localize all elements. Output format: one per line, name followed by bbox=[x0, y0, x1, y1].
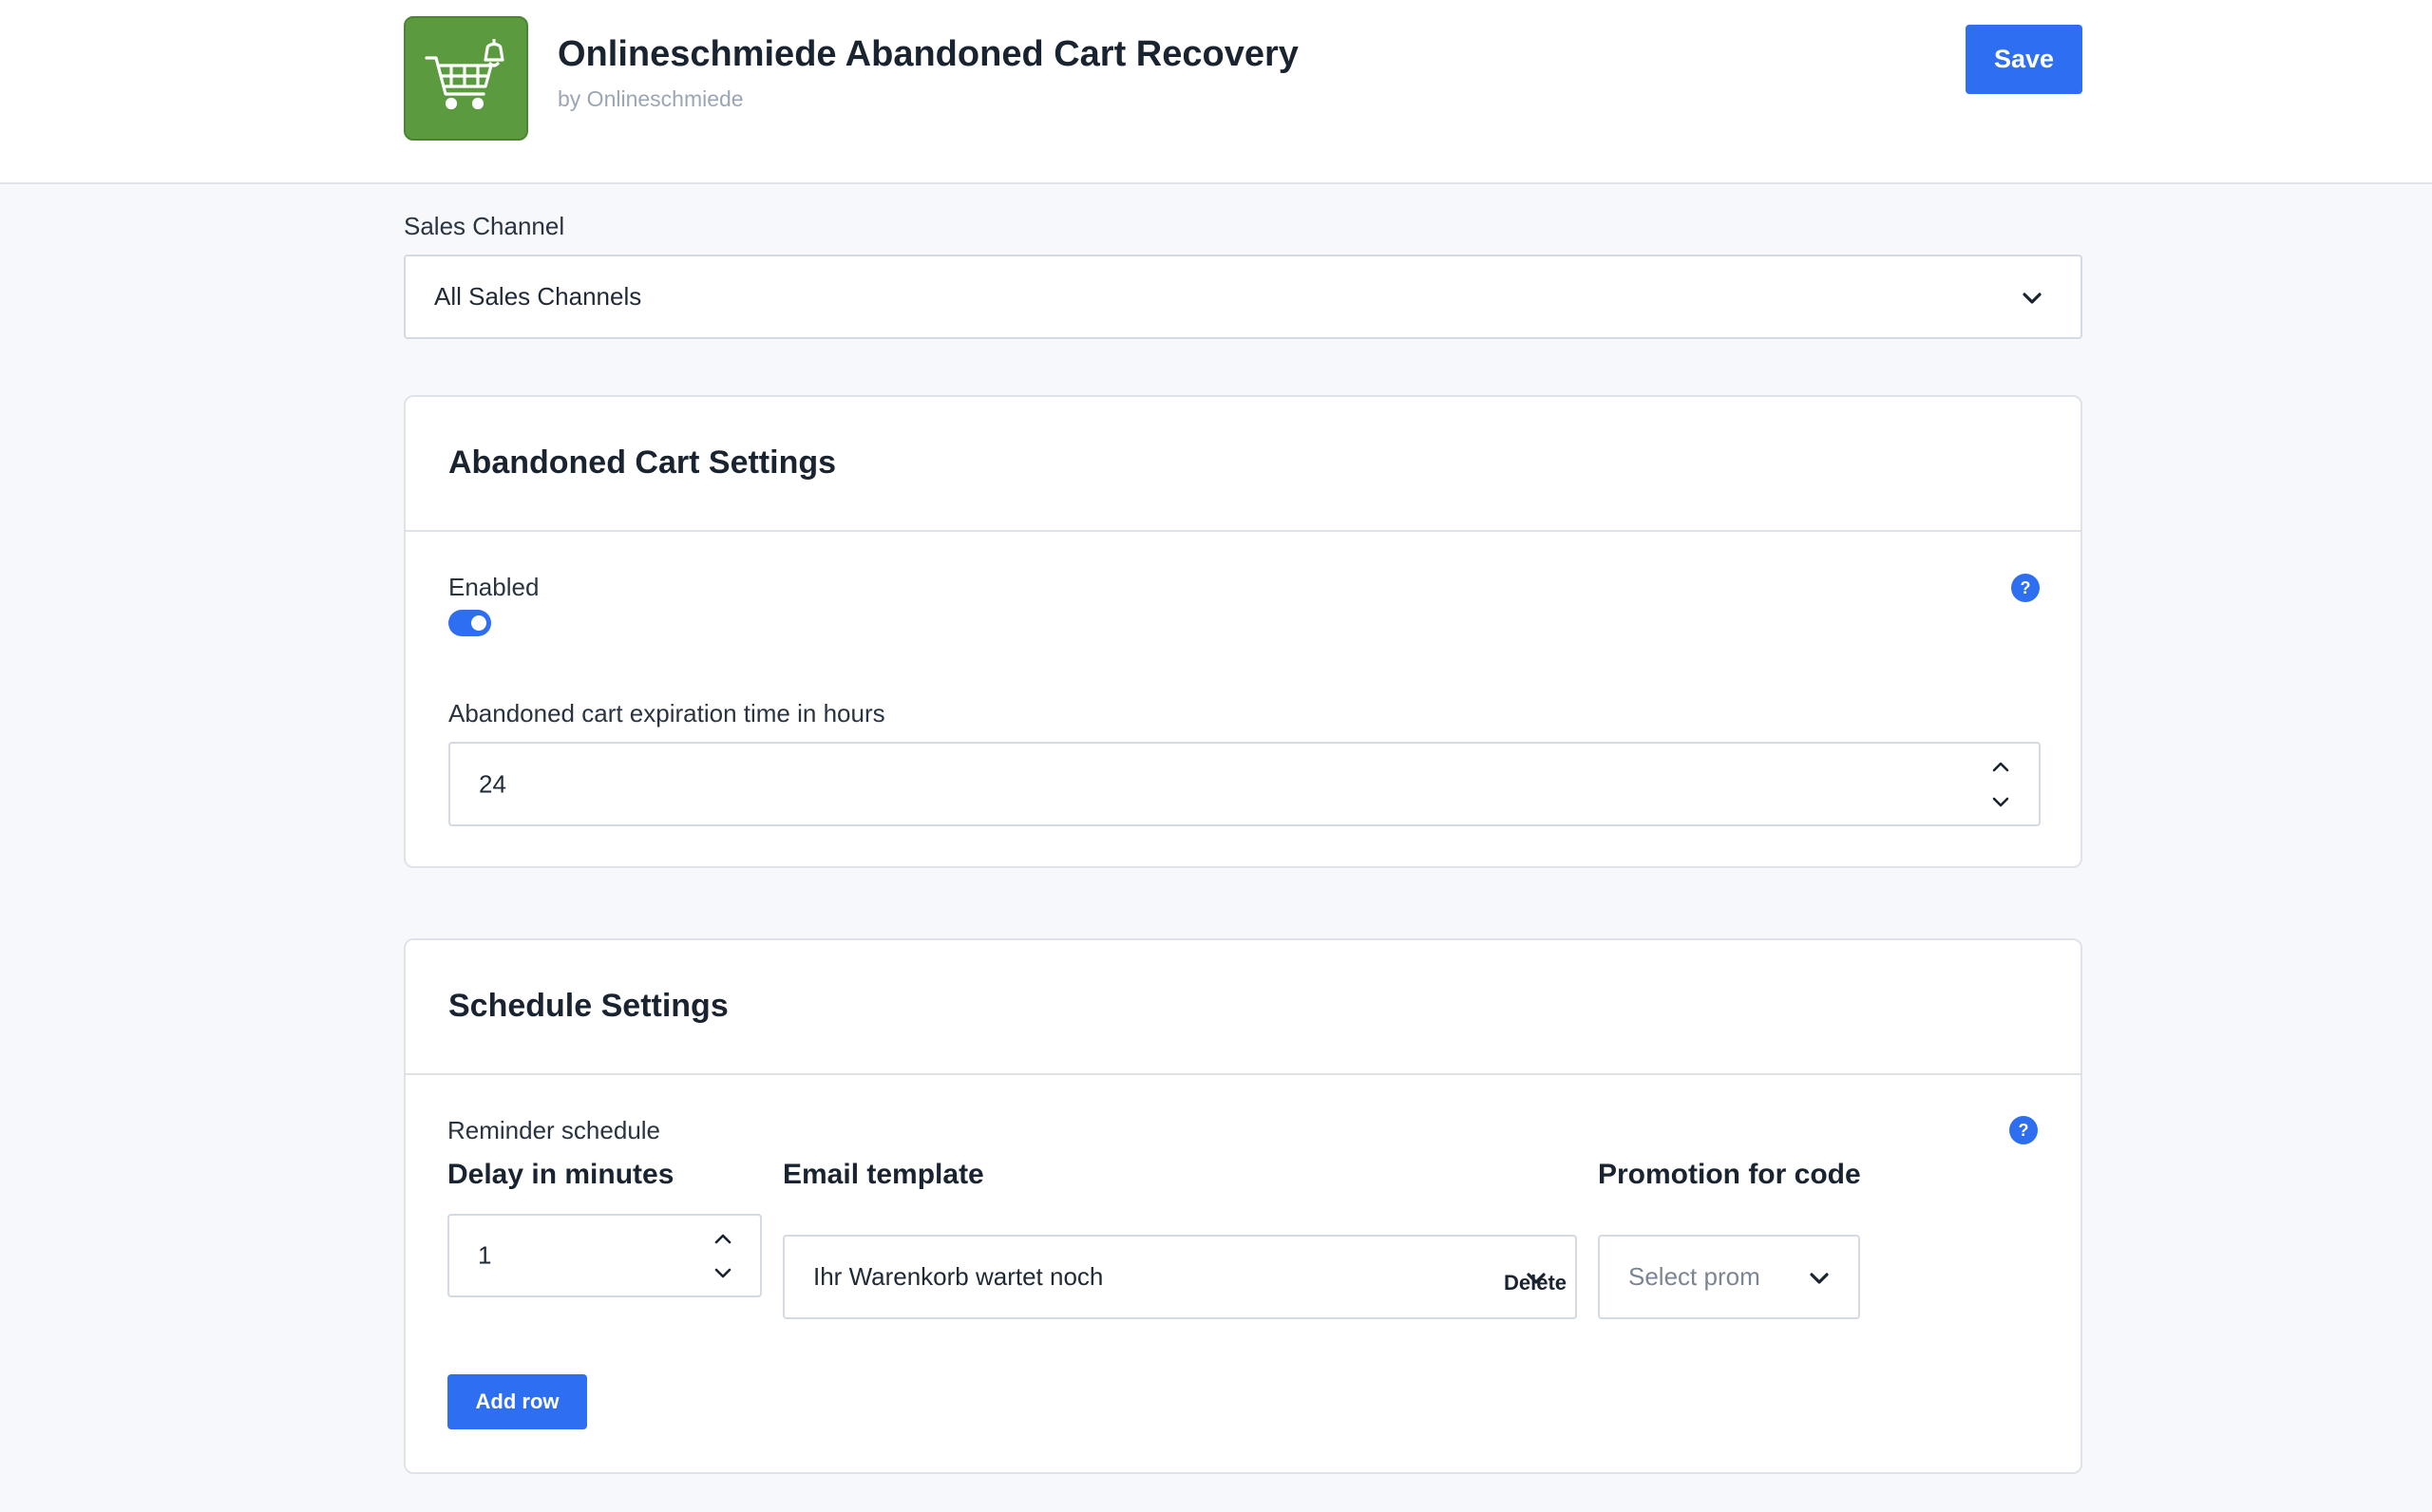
promotion-select[interactable]: Select prom bbox=[1598, 1235, 1860, 1319]
toggle-knob bbox=[471, 615, 486, 631]
abandoned-cart-settings-card: Abandoned Cart Settings Enabled ? Abando… bbox=[404, 395, 2082, 868]
app-byline: by Onlineschmiede bbox=[558, 86, 744, 111]
chevron-down-icon[interactable] bbox=[1991, 796, 2010, 809]
email-template-selected-value: Ihr Warenkorb wartet noch bbox=[813, 1262, 1104, 1291]
sales-channel-selected-value: All Sales Channels bbox=[434, 282, 642, 311]
add-row-button[interactable]: Add row bbox=[447, 1374, 587, 1429]
chevron-up-icon[interactable] bbox=[713, 1232, 732, 1245]
chevron-down-icon[interactable] bbox=[713, 1267, 732, 1280]
sales-channel-select[interactable]: All Sales Channels bbox=[404, 255, 2082, 339]
delete-row-button[interactable]: Delete bbox=[1504, 1271, 1567, 1295]
email-template-column-header: Email template bbox=[783, 1159, 984, 1190]
enabled-toggle[interactable] bbox=[448, 610, 491, 636]
app-title: Onlineschmiede Abandoned Cart Recovery bbox=[558, 34, 1299, 74]
delay-minutes-input[interactable]: 1 bbox=[447, 1214, 762, 1297]
help-icon[interactable]: ? bbox=[2009, 1116, 2038, 1144]
card-header: Abandoned Cart Settings bbox=[406, 397, 2080, 532]
abandoned-cart-settings-title: Abandoned Cart Settings bbox=[448, 444, 837, 481]
expiration-time-label: Abandoned cart expiration time in hours bbox=[448, 699, 885, 728]
email-template-select[interactable]: Ihr Warenkorb wartet noch bbox=[783, 1235, 1577, 1319]
promotion-column-header: Promotion for code bbox=[1598, 1159, 1861, 1190]
promotion-placeholder: Select prom bbox=[1628, 1262, 1760, 1291]
delay-column-header: Delay in minutes bbox=[447, 1159, 674, 1190]
chevron-down-icon bbox=[1810, 1273, 1829, 1284]
app-logo bbox=[404, 16, 528, 141]
schedule-settings-card: Schedule Settings bbox=[404, 938, 2082, 1474]
app-header: Onlineschmiede Abandoned Cart Recovery b… bbox=[0, 0, 2432, 184]
expiration-time-value: 24 bbox=[479, 769, 506, 798]
enabled-label: Enabled bbox=[448, 573, 540, 601]
shopping-cart-with-bell-icon bbox=[424, 38, 504, 109]
help-icon[interactable]: ? bbox=[2011, 574, 2040, 602]
chevron-down-icon bbox=[2023, 293, 2042, 304]
delay-minutes-value: 1 bbox=[478, 1240, 492, 1270]
save-button[interactable]: Save bbox=[1966, 25, 2082, 94]
schedule-settings-title: Schedule Settings bbox=[448, 988, 729, 1024]
expiration-time-input[interactable]: 24 bbox=[448, 742, 2041, 826]
card-header: Schedule Settings bbox=[406, 940, 2080, 1075]
sales-channel-label: Sales Channel bbox=[404, 212, 565, 240]
chevron-up-icon[interactable] bbox=[1991, 760, 2010, 773]
reminder-schedule-label: Reminder schedule bbox=[447, 1116, 661, 1144]
